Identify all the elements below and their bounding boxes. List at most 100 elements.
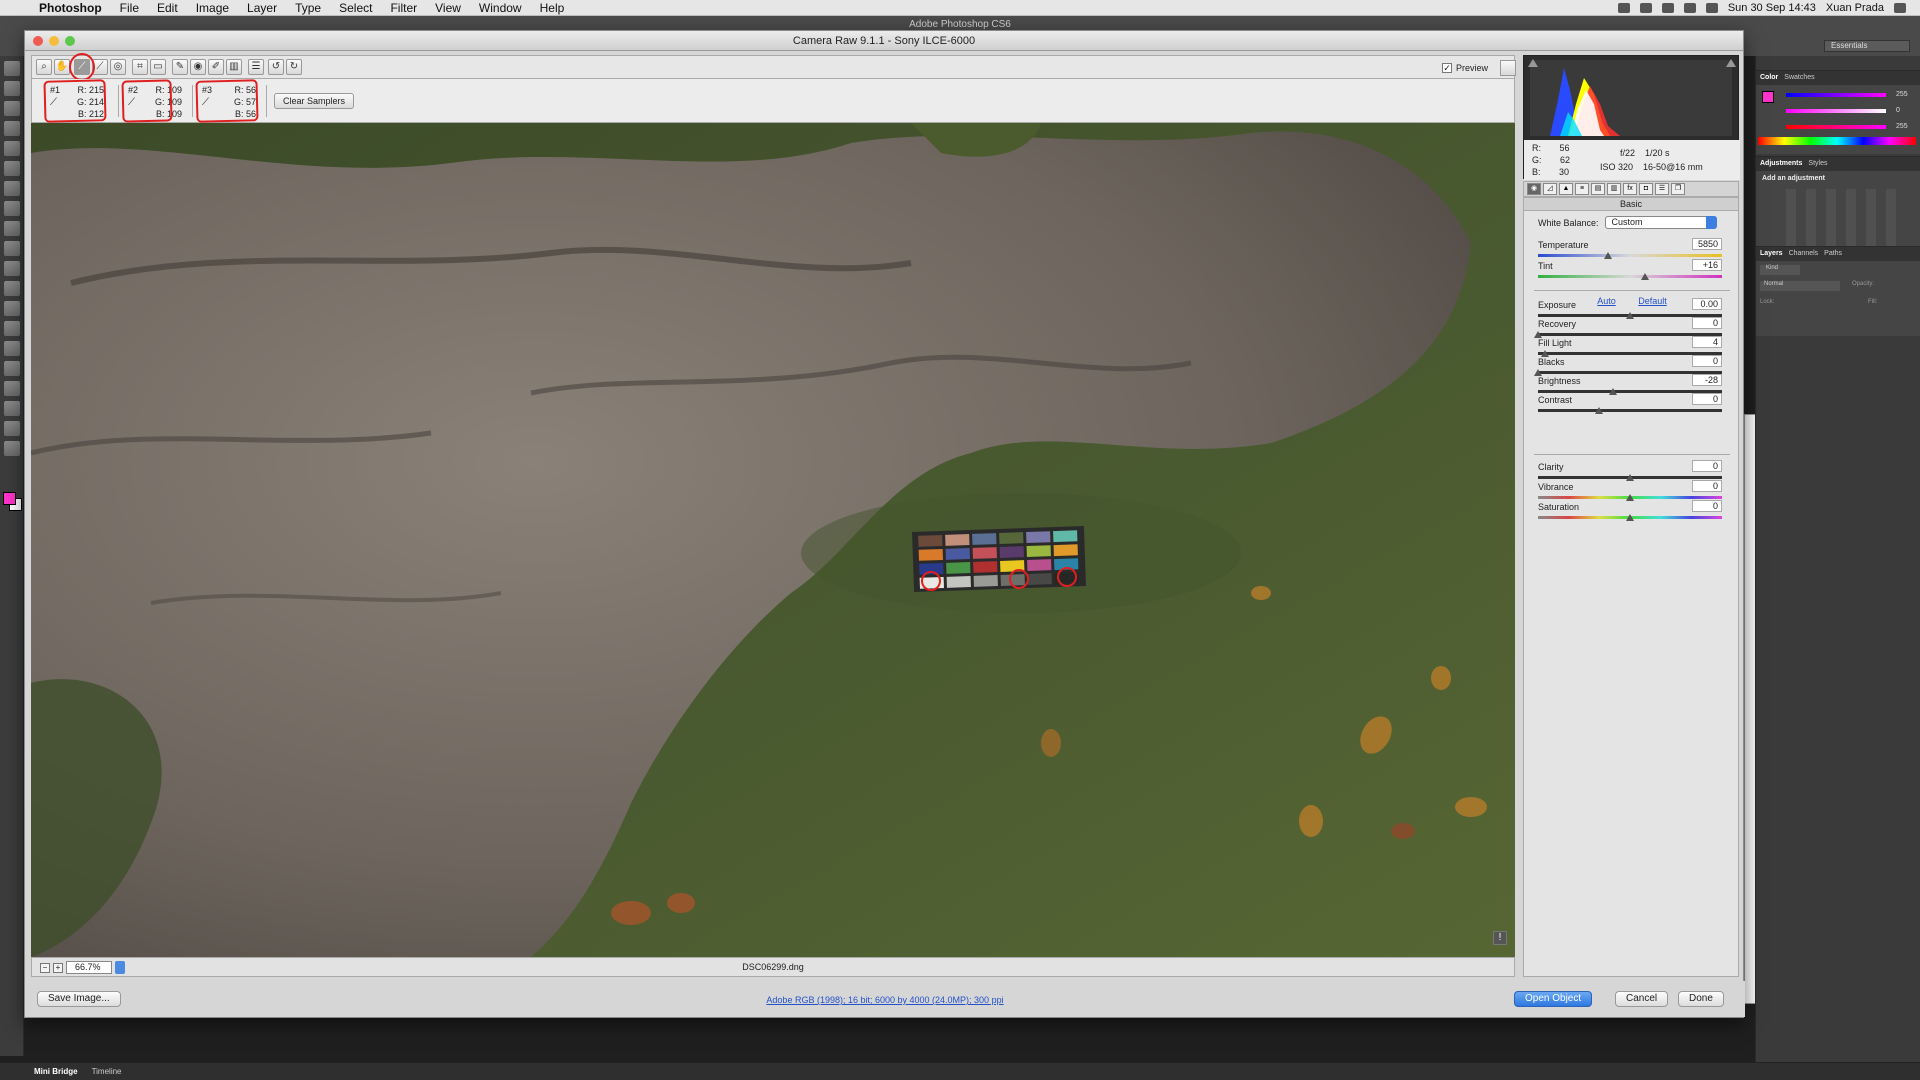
slider-value-input[interactable]: +16 [1692,259,1722,271]
red-eye-tool-icon[interactable]: ◉ [190,59,206,75]
slider-value-input[interactable]: 0 [1692,355,1722,367]
color-spectrum[interactable] [1758,137,1916,145]
preview-toggle[interactable]: ✓ Preview [1442,60,1517,76]
slider-handle[interactable] [1626,494,1634,501]
lasso-tool-icon[interactable] [4,101,20,116]
blur-tool-icon[interactable] [4,301,20,316]
menu-type[interactable]: Type [286,1,330,15]
tab-snapshots-icon[interactable]: ❐ [1671,183,1685,195]
menubar-user[interactable]: Xuan Prada [1826,2,1884,14]
status-icon[interactable] [1617,2,1630,13]
tab-lens-corrections-icon[interactable]: ▥ [1607,183,1621,195]
wifi-icon[interactable] [1661,2,1674,13]
tab-adjustments[interactable]: Adjustments [1760,160,1802,168]
slider-value-input[interactable]: 0.00 [1692,298,1722,310]
slider-value-input[interactable]: 0 [1692,480,1722,492]
open-object-button[interactable]: Open Object [1514,991,1593,1007]
rotate-right-icon[interactable]: ↻ [286,59,302,75]
healing-tool-icon[interactable] [4,181,20,196]
tab-mini-bridge[interactable]: Mini Bridge [34,1067,78,1076]
menu-layer[interactable]: Layer [238,1,286,15]
menu-image[interactable]: Image [187,1,238,15]
menu-edit[interactable]: Edit [148,1,187,15]
red-slider[interactable] [1786,93,1886,97]
gradient-tool-icon[interactable] [4,281,20,296]
blue-slider[interactable] [1786,125,1886,129]
slider-value-input[interactable]: 4 [1692,336,1722,348]
slider-saturation[interactable]: Saturation 0 [1538,500,1722,522]
volume-icon[interactable] [1683,2,1696,13]
history-brush-tool-icon[interactable] [4,241,20,256]
shape-tool-icon[interactable] [4,401,20,416]
slider-handle[interactable] [1626,474,1634,481]
slider-value-input[interactable]: 0 [1692,317,1722,329]
tab-hsl-icon[interactable]: ≡ [1575,183,1589,195]
clear-samplers-button[interactable]: Clear Samplers [274,93,355,109]
layer-kind-filter[interactable]: Kind [1760,265,1800,275]
slider-track[interactable] [1538,275,1722,278]
tab-split-toning-icon[interactable]: ▤ [1591,183,1605,195]
graduated-filter-tool-icon[interactable]: ▥ [226,59,242,75]
shadow-clipping-icon[interactable] [1528,59,1538,67]
targeted-adjustment-tool-icon[interactable]: ◎ [110,59,126,75]
slider-vibrance[interactable]: Vibrance 0 [1538,480,1722,502]
slider-contrast[interactable]: Contrast 0 [1538,393,1722,415]
menu-file[interactable]: File [111,1,148,15]
slider-handle[interactable] [1541,350,1550,357]
marquee-tool-icon[interactable] [4,81,20,96]
tab-camera-calibration-icon[interactable]: ◘ [1639,183,1653,195]
slider-value-input[interactable]: 0 [1692,500,1722,512]
battery-icon[interactable] [1705,2,1718,13]
cancel-button[interactable]: Cancel [1615,991,1669,1007]
eraser-tool-icon[interactable] [4,261,20,276]
tab-paths[interactable]: Paths [1824,250,1842,258]
spot-removal-tool-icon[interactable]: ✎ [172,59,188,75]
fg-color-chip[interactable] [1762,91,1774,103]
brush-tool-icon[interactable] [4,201,20,216]
type-tool-icon[interactable] [4,361,20,376]
menu-app[interactable]: Photoshop [30,1,111,15]
adjustment-brush-tool-icon[interactable]: ✐ [208,59,224,75]
menubar-clock[interactable]: Sun 30 Sep 14:43 [1728,2,1816,14]
menu-help[interactable]: Help [531,1,574,15]
hand-tool-icon[interactable] [4,421,20,436]
tab-color[interactable]: Color [1760,74,1778,82]
menu-window[interactable]: Window [470,1,531,15]
move-tool-icon[interactable] [4,61,20,76]
slider-value-input[interactable]: 0 [1692,460,1722,472]
tab-basic-icon[interactable]: ◉ [1527,183,1541,195]
green-slider[interactable] [1786,109,1886,113]
slider-handle[interactable] [1594,407,1603,414]
straighten-tool-icon[interactable]: ▭ [150,59,166,75]
rotate-left-icon[interactable]: ↺ [268,59,284,75]
preview-checkbox[interactable]: ✓ [1442,63,1452,73]
slider-handle[interactable] [1626,514,1634,521]
dodge-tool-icon[interactable] [4,321,20,336]
path-select-tool-icon[interactable] [4,381,20,396]
hand-tool-icon[interactable]: ✋ [54,59,70,75]
zoom-tool-icon[interactable]: ⌕ [36,59,52,75]
slider-clarity[interactable]: Clarity 0 [1538,460,1722,482]
menu-select[interactable]: Select [330,1,381,15]
tab-presets-icon[interactable]: ☰ [1655,183,1669,195]
warning-icon[interactable]: ! [1493,931,1507,945]
zoom-window-icon[interactable] [65,36,75,46]
crop-tool-icon[interactable] [4,141,20,156]
foreground-color-swatch[interactable] [3,492,16,505]
pen-tool-icon[interactable] [4,341,20,356]
slider-handle[interactable] [1603,252,1612,259]
tab-swatches[interactable]: Swatches [1784,74,1814,82]
slider-handle[interactable] [1534,331,1542,338]
tab-effects-icon[interactable]: fx [1623,183,1637,195]
slider-value-input[interactable]: 0 [1692,393,1722,405]
workspace-switcher[interactable]: Essentials [1824,40,1910,52]
slider-handle[interactable] [1626,312,1634,319]
tab-detail-icon[interactable]: ▲ [1559,183,1573,195]
slider-track[interactable] [1538,409,1722,412]
slider-temperature[interactable]: Temperature 5850 [1538,238,1722,260]
tab-tone-curve-icon[interactable]: ◿ [1543,183,1557,195]
blend-mode-select[interactable]: Normal [1760,281,1840,291]
preferences-icon[interactable]: ☰ [248,59,264,75]
slider-handle[interactable] [1534,369,1542,376]
tab-channels[interactable]: Channels [1789,250,1819,258]
